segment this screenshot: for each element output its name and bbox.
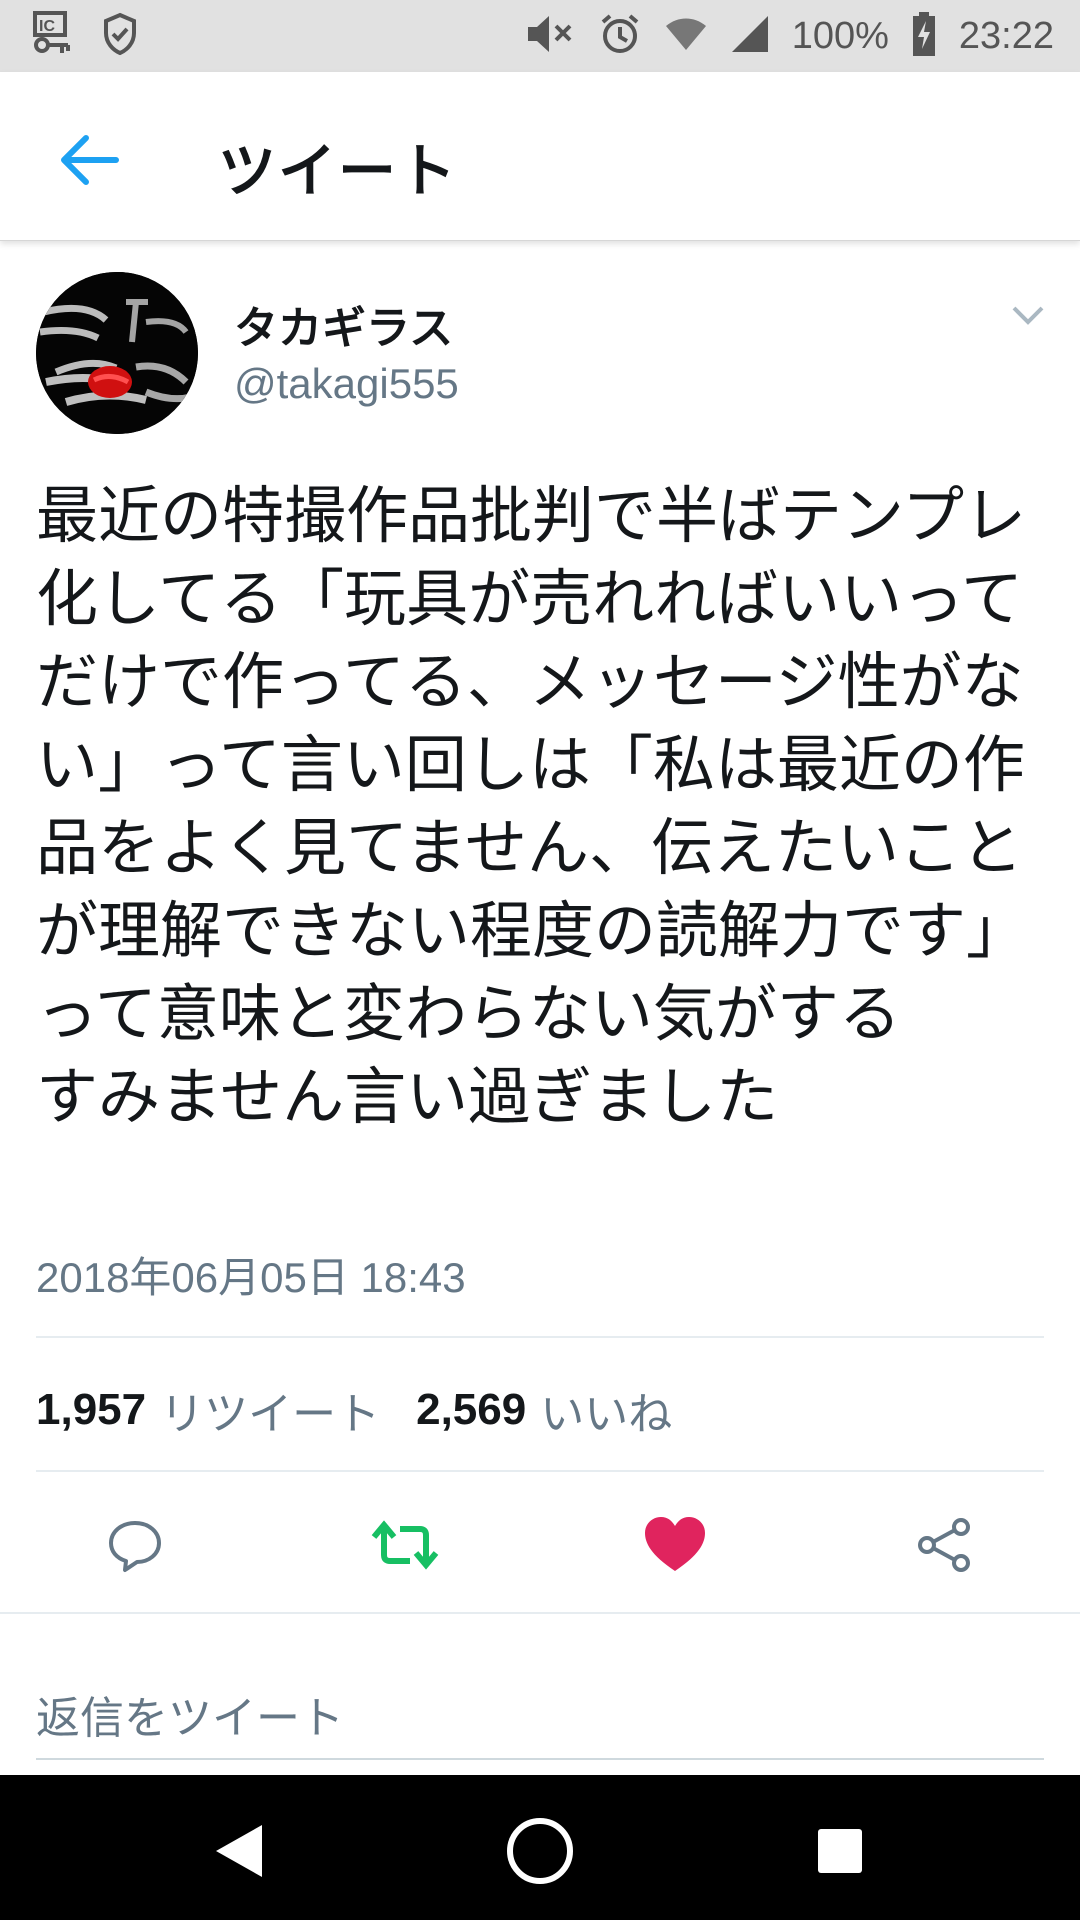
app-header: ツイート (0, 72, 1080, 241)
like-label[interactable]: いいね (540, 1378, 672, 1442)
avatar[interactable] (36, 272, 198, 434)
reply-icon[interactable] (90, 1500, 180, 1590)
retweet-count[interactable]: 1,957 (36, 1385, 146, 1435)
arrow-left-icon[interactable] (52, 120, 132, 200)
retweet-icon[interactable] (360, 1500, 450, 1590)
status-bar-right: 100% 23:22 (502, 11, 1054, 61)
like-count[interactable]: 2,569 (416, 1385, 526, 1435)
battery-charging-icon (911, 11, 937, 61)
alarm-icon (598, 12, 642, 60)
retweet-label[interactable]: リツイート (160, 1378, 380, 1442)
divider (0, 1612, 1080, 1614)
system-nav-bar (0, 1775, 1080, 1920)
divider (36, 1336, 1044, 1338)
signal-icon (730, 14, 770, 58)
tweet-text: 最近の特撮作品批判で半ばテンプレ化してる「玩具が売れればいいってだけで作ってる、… (36, 479, 1029, 1133)
shield-icon (102, 12, 138, 60)
clock: 23:22 (958, 14, 1054, 57)
display-name[interactable]: タカギラス (234, 292, 453, 356)
tweet-timestamp: 2018年06月05日 18:43 (36, 1254, 466, 1301)
nav-home-icon[interactable] (500, 1811, 580, 1891)
battery-percent: 100% (791, 14, 889, 57)
vpn-key-icon: IC (32, 11, 72, 61)
like-icon[interactable] (630, 1500, 720, 1590)
page-title: ツイート (218, 137, 459, 205)
chevron-down-icon[interactable] (1008, 296, 1048, 336)
action-bar (0, 1500, 1080, 1590)
nav-back-icon[interactable] (200, 1811, 280, 1891)
status-bar: IC 100% 23:22 (0, 0, 1080, 72)
divider (36, 1470, 1044, 1472)
nav-recents-icon[interactable] (800, 1811, 880, 1891)
status-bar-left: IC (32, 11, 168, 61)
reply-underline (36, 1758, 1044, 1760)
engagement-stats: 1,957 リツイート 2,569 いいね (36, 1378, 708, 1442)
wifi-icon (664, 14, 708, 58)
user-handle[interactable]: @takagi555 (234, 360, 459, 408)
reply-input[interactable]: 返信をツイート (36, 1682, 344, 1746)
share-icon[interactable] (900, 1500, 990, 1590)
mute-icon (524, 12, 576, 60)
svg-text:IC: IC (39, 18, 55, 35)
